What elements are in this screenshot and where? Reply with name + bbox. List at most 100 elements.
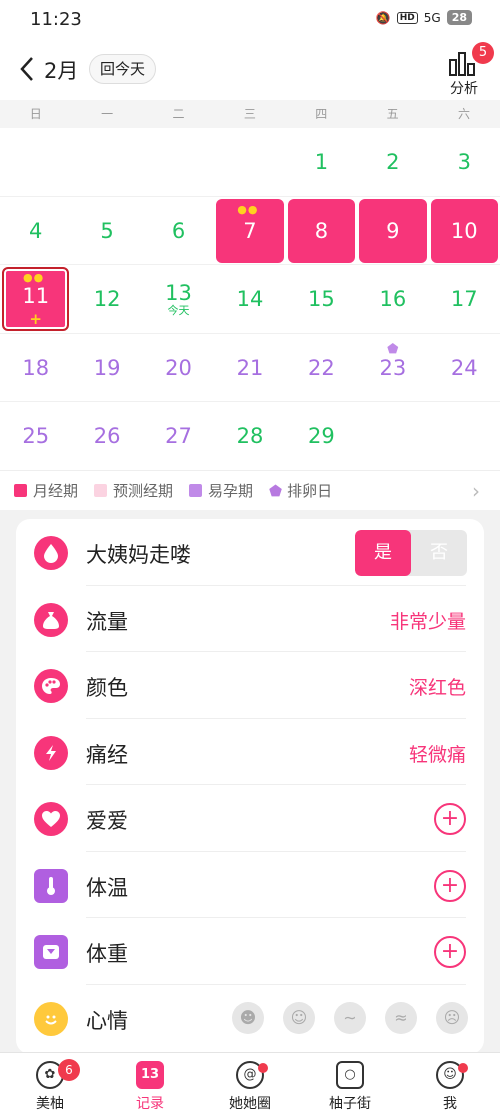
analysis-button[interactable]: 分析 5 [444, 42, 494, 97]
record-label: 爱爱 [86, 809, 128, 833]
tab-label: 记录 [136, 1096, 164, 1112]
add-love-button[interactable]: + [434, 803, 466, 835]
calendar-day[interactable]: 18 [0, 334, 71, 402]
calendar-day[interactable]: 20 [143, 334, 214, 402]
day-number: 16 [379, 287, 407, 311]
record-color[interactable]: 颜色 深红色 [16, 652, 484, 719]
mood-options: ☻ ☺ ∼ ≈ ☹ [232, 1001, 468, 1034]
tab-record[interactable]: 13 记录 [100, 1053, 200, 1115]
calendar-day[interactable]: ●● 11 + [0, 265, 71, 333]
calendar-day[interactable]: 4 [0, 197, 71, 265]
record-label: 颜色 [86, 676, 128, 700]
toggle-no[interactable]: 否 [411, 530, 467, 576]
shopping-bag-icon: ○ [336, 1061, 364, 1089]
day-number: 15 [308, 287, 335, 311]
network-label: 5G [423, 10, 441, 25]
record-love[interactable]: 爱爱 + [16, 785, 484, 852]
calendar-day[interactable]: 28 [214, 402, 285, 470]
record-temperature[interactable]: 体温 + [16, 852, 484, 918]
header: 2月 回今天 分析 5 [0, 40, 500, 100]
tab-circle[interactable]: @ 她她圈 [200, 1053, 300, 1115]
bottom-tab-bar: ✿ 6 美柚 13 记录 @ 她她圈 ○ 柚子街 ☺ 我 [0, 1052, 500, 1115]
calendar-day[interactable]: 14 [214, 265, 285, 333]
toggle-yes[interactable]: 是 [355, 530, 411, 576]
mood-laugh-icon[interactable]: ☻ [232, 1001, 264, 1034]
record-weight[interactable]: 体重 + [16, 918, 484, 985]
day-number: 18 [22, 355, 50, 380]
add-weight-button[interactable]: + [434, 936, 466, 968]
record-flow[interactable]: 流量 非常少量 [16, 586, 484, 652]
calendar-week-row: 1 2 3 [0, 128, 500, 197]
records-card: 大姨妈走喽 是 否 流量 非常少量 颜色 深红色 痛经 轻微痛 爱爱 + 体温 … [16, 519, 484, 1054]
weekday-label: 三 [243, 107, 256, 121]
calendar-day[interactable]: 13 今天 [143, 265, 214, 333]
tab-me[interactable]: ☺ 我 [400, 1053, 500, 1115]
status-icons: 🔕 HD 5G 28 [376, 10, 472, 25]
month-title: 2月 [44, 59, 79, 83]
calendar-day[interactable]: 17 [429, 265, 500, 333]
battery-icon: 28 [446, 10, 472, 25]
calendar-week-row: ●● 11 + 12 13 今天 14 15 16 17 [0, 265, 500, 334]
tab-label: 她她圈 [229, 1096, 271, 1112]
day-number: 26 [93, 424, 121, 448]
drop-icon [34, 536, 68, 570]
legend-swatch [14, 484, 27, 497]
calendar-day[interactable]: 27 [143, 402, 214, 470]
analysis-badge: 5 [472, 42, 494, 64]
record-pain[interactable]: 痛经 轻微痛 [16, 719, 484, 785]
flow-bag-icon [34, 602, 68, 637]
calendar-day[interactable]: ⬟ 23 [357, 334, 428, 402]
thermometer-icon [34, 868, 68, 903]
calendar-day[interactable]: 9 [357, 197, 428, 265]
notification-dot [458, 1063, 468, 1073]
calendar-day[interactable]: 2 [357, 128, 428, 196]
day-number: 14 [236, 287, 264, 311]
mood-annoyed-icon[interactable]: ≈ [385, 1001, 417, 1034]
calendar-day[interactable]: 25 [0, 402, 71, 470]
day-number: 21 [236, 355, 264, 380]
calendar-day[interactable]: 19 [71, 334, 142, 402]
legend-label: 月经期 [33, 482, 79, 500]
day-number: 20 [165, 355, 192, 380]
calendar-day[interactable]: 21 [214, 334, 285, 402]
record-label: 流量 [86, 609, 128, 634]
calendar-day[interactable]: 29 [286, 402, 357, 470]
weekday-label: 四 [315, 107, 328, 121]
weekday-label: 一 [101, 107, 114, 121]
heart-icon [34, 802, 68, 836]
analysis-label: 分析 [450, 81, 478, 97]
calendar-day[interactable]: 22 [286, 334, 357, 402]
day-number: 25 [22, 424, 50, 448]
day-number: 8 [314, 218, 329, 243]
calendar-day[interactable]: 24 [429, 334, 500, 402]
calendar-day[interactable]: 10 [429, 197, 500, 265]
period-end-toggle[interactable]: 是 否 [355, 530, 467, 576]
calendar-day[interactable]: 3 [429, 128, 500, 196]
legend-period: 月经期 [14, 480, 78, 501]
record-value: 非常少量 [389, 610, 466, 633]
status-time: 11:23 [30, 9, 82, 30]
tab-shop[interactable]: ○ 柚子街 [300, 1053, 400, 1115]
mood-cry-icon[interactable]: ☹ [436, 1001, 468, 1034]
tab-label: 美柚 [36, 1096, 64, 1112]
calendar-day[interactable]: 1 [286, 128, 357, 196]
chevron-left-icon[interactable] [12, 52, 42, 86]
back-to-today-button[interactable]: 回今天 [89, 54, 157, 84]
calendar-day[interactable]: 26 [71, 402, 142, 470]
calendar-day[interactable]: 16 [357, 265, 428, 333]
calendar-day[interactable]: ●● 7 [214, 197, 285, 265]
day-number: 12 [93, 287, 121, 311]
chevron-right-icon[interactable]: › [472, 479, 480, 503]
calendar-day[interactable]: 5 [71, 197, 142, 265]
love-marker-icon: + [29, 310, 42, 328]
calendar-day[interactable]: 8 [286, 197, 357, 265]
calendar-day[interactable]: 12 [71, 265, 142, 333]
tab-meiyou[interactable]: ✿ 6 美柚 [0, 1053, 100, 1115]
calendar-day[interactable]: 6 [143, 197, 214, 265]
mood-neutral-icon[interactable]: ∼ [334, 1001, 366, 1034]
calendar-day[interactable]: 15 [286, 265, 357, 333]
day-number: 17 [450, 287, 478, 311]
mood-happy-icon[interactable]: ☺ [283, 1001, 315, 1034]
legend-swatch [189, 484, 203, 497]
add-temperature-button[interactable]: + [434, 869, 466, 902]
